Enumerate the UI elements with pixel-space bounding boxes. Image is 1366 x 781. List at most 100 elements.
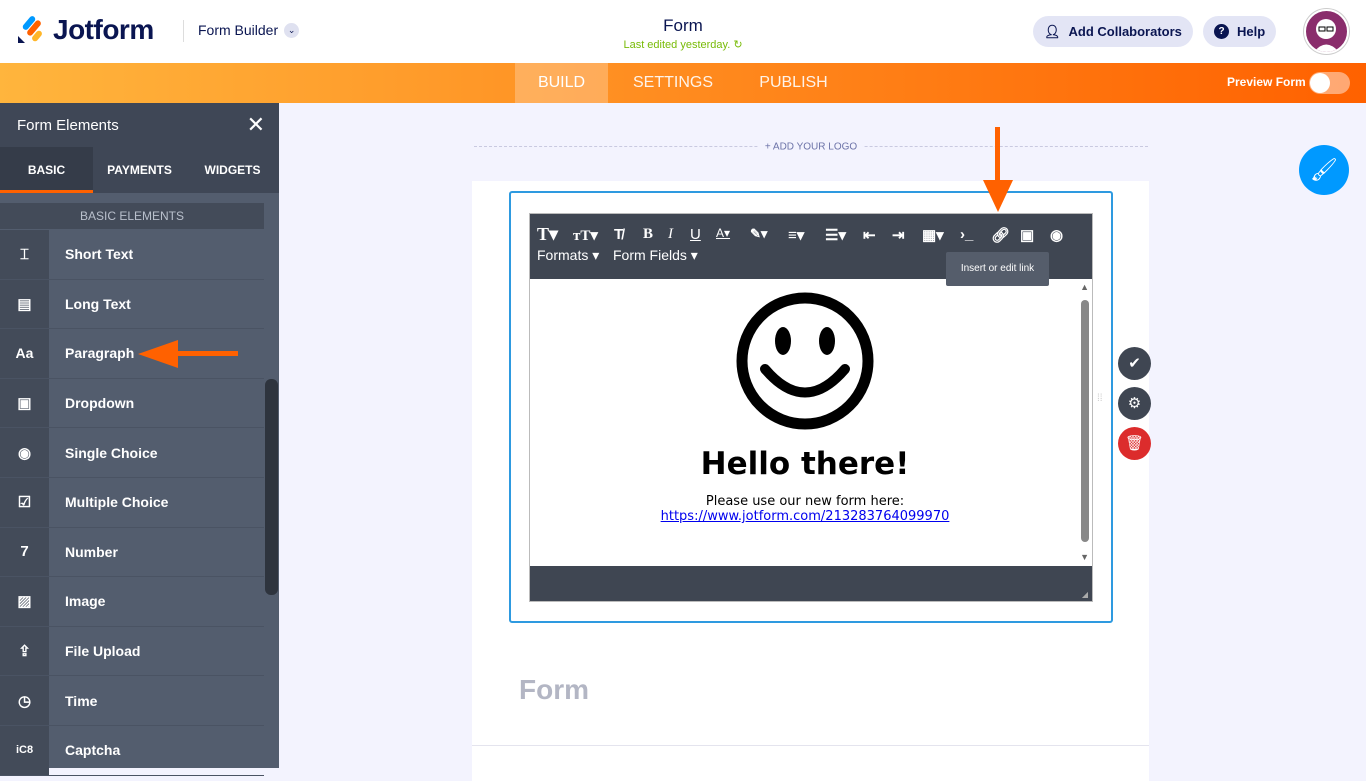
user-avatar[interactable]: [1304, 9, 1349, 54]
table-icon[interactable]: ▦▾: [922, 226, 944, 244]
number-icon: 7: [0, 527, 49, 577]
tab-widgets[interactable]: WIDGETS: [186, 147, 279, 193]
dropdown-icon: ▣: [0, 378, 49, 428]
list-icon[interactable]: ☰▾: [825, 226, 846, 244]
underline-icon[interactable]: U: [690, 226, 701, 243]
sidebar-title: Form Elements: [17, 117, 119, 134]
last-edited-status: Last edited yesterday. ↻: [583, 38, 783, 51]
paragraph-heading: Hello there!: [700, 446, 910, 482]
help-label: Help: [1237, 24, 1266, 39]
editor-content[interactable]: Hello there! Please use our new form her…: [530, 279, 1080, 567]
form-designer-button[interactable]: 🖌︎: [1299, 145, 1349, 195]
form-title[interactable]: Form: [583, 16, 783, 36]
refresh-icon: ↻: [733, 39, 743, 51]
clear-format-icon[interactable]: T̸: [614, 226, 623, 243]
font-size-icon[interactable]: ᴛT▾: [573, 226, 598, 245]
confirm-button[interactable]: ✔: [1118, 347, 1151, 380]
add-logo-label: + ADD YOUR LOGO: [758, 141, 864, 153]
element-list: ⌶ Short Text ▤ Long Text Aa Paragraph ▣ Drop…: [0, 230, 264, 776]
outdent-icon[interactable]: ⇤: [863, 226, 876, 244]
form-fields-label: Form Fields: [613, 247, 687, 263]
text-color-icon[interactable]: A▾: [716, 226, 730, 240]
paragraph-icon: Aa: [0, 329, 49, 378]
add-collaborators-label: Add Collaborators: [1068, 24, 1182, 39]
preview-eye-icon[interactable]: ◉: [1050, 226, 1063, 244]
editor-scrollbar[interactable]: [1081, 300, 1089, 542]
sidebar-scrollbar[interactable]: [265, 379, 278, 595]
sidebar-item-single-choice[interactable]: ◉ Single Choice: [0, 428, 264, 478]
italic-icon[interactable]: I: [668, 226, 673, 243]
help-button[interactable]: ? Help: [1203, 16, 1277, 47]
check-icon: ✔: [1128, 355, 1141, 372]
item-label: Image: [65, 593, 106, 610]
sidebar-item-dropdown[interactable]: ▣ Dropdown: [0, 378, 264, 429]
form-builder-dropdown[interactable]: Form Builder ⌄: [198, 22, 300, 38]
tab-basic[interactable]: BASIC: [0, 147, 93, 193]
sidebar-item-captcha[interactable]: iC8 Captcha: [0, 725, 264, 776]
form-builder-label: Form Builder: [198, 22, 279, 38]
form-link[interactable]: https://www.jotform.com/213283764099970: [530, 509, 1080, 524]
jotform-logo[interactable]: Jotform: [17, 14, 154, 46]
tab-settings[interactable]: SETTINGS: [620, 63, 726, 103]
preview-form-label: Preview Form: [1227, 75, 1306, 89]
scroll-up-icon[interactable]: ▲: [1080, 282, 1089, 292]
indent-icon[interactable]: ⇥: [892, 226, 905, 244]
tooltip: Insert or edit link: [946, 252, 1049, 286]
image-insert-icon[interactable]: ▣: [1020, 226, 1034, 244]
item-label: Single Choice: [65, 444, 158, 461]
sidebar-tabs: BASIC PAYMENTS WIDGETS: [0, 147, 279, 193]
sidebar-header: Form Elements ✕: [0, 103, 279, 147]
last-edited-text: Last edited yesterday.: [623, 39, 731, 51]
checkbox-icon: ☑: [0, 477, 49, 527]
divider: [183, 20, 184, 42]
tab-publish[interactable]: PUBLISH: [745, 63, 842, 103]
sidebar-item-image[interactable]: ▨ Image: [0, 577, 264, 627]
highlight-icon[interactable]: ✎▾: [750, 226, 767, 242]
short-text-icon: ⌶: [0, 230, 49, 279]
preview-form-toggle[interactable]: [1309, 72, 1350, 94]
drag-handle-icon[interactable]: ⁞⁞: [1097, 394, 1103, 404]
item-label: File Upload: [65, 643, 141, 660]
paint-roller-icon: 🖌︎: [1310, 157, 1338, 182]
scroll-down-icon[interactable]: ▼: [1080, 552, 1089, 562]
clock-icon: ◷: [0, 676, 49, 725]
editor-statusbar: ◢: [530, 566, 1092, 601]
sidebar-item-number[interactable]: 7 Number: [0, 527, 264, 578]
user-icon: 👤︎: [1044, 23, 1061, 39]
sidebar-item-multiple-choice[interactable]: ☑ Multiple Choice: [0, 477, 264, 528]
divider: [472, 745, 1149, 746]
sidebar-item-file-upload[interactable]: ⇪ File Upload: [0, 626, 264, 677]
sidebar-item-time[interactable]: ◷ Time: [0, 676, 264, 726]
gear-icon: ⚙: [1127, 395, 1142, 412]
sidebar-item-long-text[interactable]: ▤ Long Text: [0, 279, 264, 330]
close-icon[interactable]: ✕: [247, 112, 265, 138]
link-icon[interactable]: 🔗︎: [991, 226, 1010, 244]
form-heading[interactable]: Form: [519, 674, 589, 706]
formats-label: Formats: [537, 247, 589, 263]
tab-payments[interactable]: PAYMENTS: [93, 147, 186, 193]
trash-icon: 🗑︎: [1124, 435, 1145, 452]
smiley-face-icon: [736, 292, 874, 430]
item-label: Long Text: [65, 295, 131, 312]
form-fields-dropdown[interactable]: Form Fields ▾: [613, 247, 698, 264]
formats-dropdown[interactable]: Formats ▾: [537, 247, 599, 264]
item-label: Number: [65, 543, 118, 560]
item-label: Dropdown: [65, 395, 135, 412]
font-family-icon[interactable]: T▾: [537, 224, 558, 245]
resize-handle-icon[interactable]: ◢: [1082, 590, 1088, 599]
bold-icon[interactable]: B: [643, 226, 653, 243]
sidebar-item-short-text[interactable]: ⌶ Short Text: [0, 230, 264, 280]
brand-name: Jotform: [53, 14, 154, 45]
form-elements-sidebar: Form Elements ✕ BASIC PAYMENTS WIDGETS BA…: [0, 103, 279, 776]
delete-field-button[interactable]: 🗑︎: [1118, 427, 1151, 460]
help-icon: ?: [1214, 24, 1229, 39]
add-logo-area[interactable]: + ADD YOUR LOGO: [474, 141, 1148, 153]
jotform-logo-icon: [18, 16, 42, 43]
add-collaborators-button[interactable]: 👤︎ Add Collaborators: [1033, 16, 1193, 47]
upload-icon: ⇪: [0, 626, 49, 676]
field-settings-button[interactable]: ⚙: [1118, 387, 1151, 420]
align-icon[interactable]: ≡▾: [788, 226, 804, 244]
code-icon[interactable]: ›_: [960, 226, 973, 243]
tab-build[interactable]: BUILD: [515, 63, 608, 103]
item-label: Short Text: [65, 246, 134, 263]
